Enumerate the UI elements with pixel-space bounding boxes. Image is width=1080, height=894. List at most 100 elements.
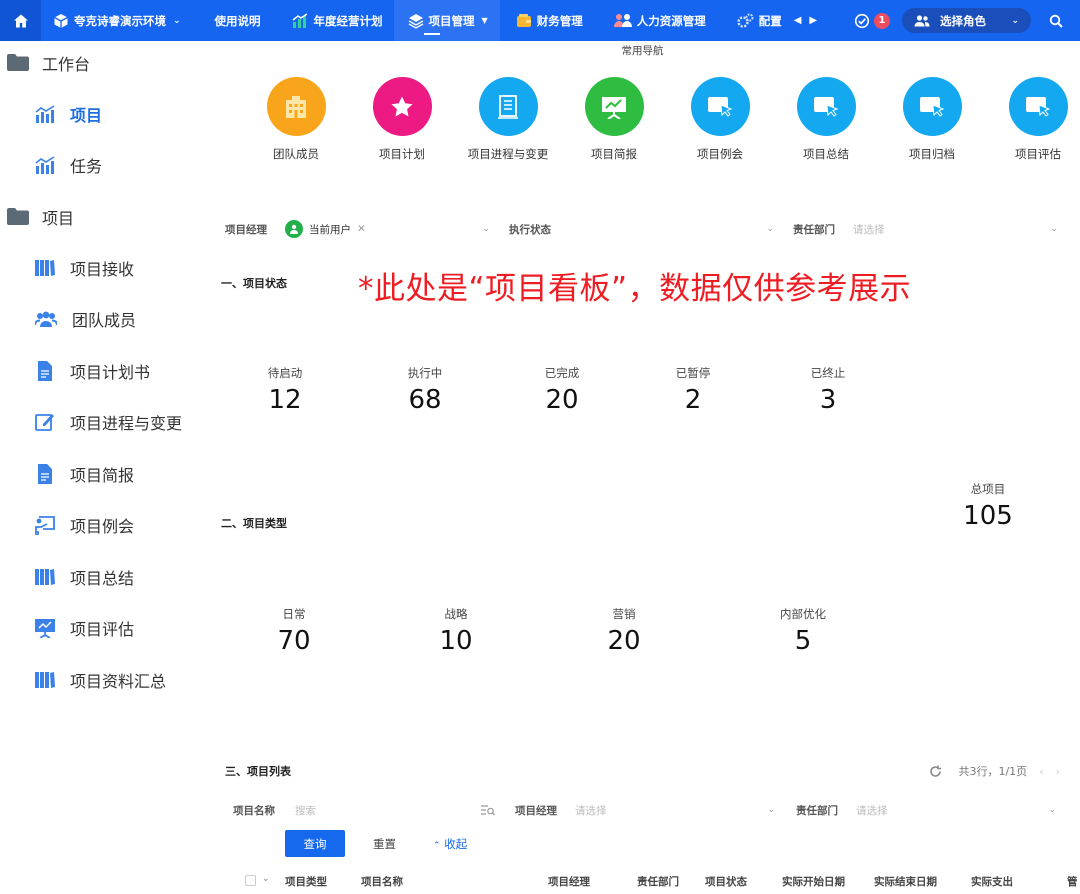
column-header[interactable]: 项目经理	[548, 874, 590, 889]
chevron-down-icon: ⌄	[766, 224, 774, 234]
collapse-button[interactable]: ⌃ 收起	[433, 836, 467, 852]
quick-nav-project-brief[interactable]: 项目简报	[561, 77, 667, 162]
menu-annual-plan[interactable]: 年度经营计划	[281, 0, 394, 41]
stat-label: 内部优化	[780, 607, 826, 621]
presentation-icon	[602, 96, 626, 119]
sidebar-item-team-members[interactable]: 团队成员	[0, 294, 205, 346]
quick-nav-project-meeting[interactable]: 项目例会	[667, 77, 773, 162]
column-header[interactable]: 项目名称	[361, 874, 403, 889]
quick-nav-icon	[584, 77, 644, 136]
menu-label: 项目管理	[428, 13, 475, 28]
stat-value: 10	[439, 626, 473, 656]
stat-value: 5	[794, 626, 812, 656]
notification-badge: 1	[874, 12, 890, 29]
stat-type-strategic: 战略 10	[421, 606, 491, 656]
cube-icon	[54, 13, 68, 28]
column-header[interactable]: 实际支出	[971, 874, 1013, 889]
stat-paused: 已暂停 2	[658, 365, 728, 415]
sidebar: 工作台 项目 任务 项目 项目接收 团队成员 项目计划书 项目进程与变更 项目简…	[0, 41, 205, 893]
remove-chip-icon[interactable]: ✕	[357, 223, 366, 235]
sidebar-item-project-brief[interactable]: 项目简报	[0, 448, 205, 500]
sidebar-item-project-archive[interactable]: 项目资料汇总	[0, 654, 205, 706]
column-header[interactable]: 项目类型	[285, 874, 327, 889]
column-header[interactable]: 责任部门	[637, 874, 679, 889]
home-button[interactable]	[0, 0, 41, 41]
quick-nav-icon	[902, 77, 962, 136]
pager-text: 共3行，1/1页	[958, 765, 1028, 778]
sidebar-item-project-plan[interactable]: 项目计划书	[0, 345, 205, 397]
top-navigation-bar: 夸克诗睿演示环境 ⌄ 使用说明 年度经营计划 项目管理 ▼ 财务管理 人力资源管…	[0, 0, 1080, 41]
scroll-right-icon[interactable]: ▶	[809, 15, 817, 26]
menu-finance[interactable]: 财务管理	[500, 0, 594, 41]
books-icon	[35, 671, 55, 688]
column-header[interactable]: 实际开始日期	[782, 874, 845, 889]
refresh-icon[interactable]	[929, 765, 942, 778]
menu-label: 人力资源管理	[636, 13, 706, 28]
quick-nav-icon	[478, 77, 538, 136]
role-selector[interactable]: 选择角色 ⌄	[902, 8, 1031, 33]
next-page-icon[interactable]: ›	[1056, 765, 1060, 778]
stat-pending: 待启动 12	[250, 365, 320, 415]
org-switcher[interactable]: 夸克诗睿演示环境 ⌄	[41, 0, 195, 41]
reset-button[interactable]: 重置	[373, 836, 396, 852]
cursor-window-icon	[920, 96, 945, 117]
sidebar-group-label: 工作台	[42, 54, 91, 74]
chevron-down-icon[interactable]: ⌄	[262, 874, 270, 884]
search-icon	[1049, 14, 1063, 28]
cursor-window-icon	[1026, 96, 1051, 117]
sidebar-item-project-summary[interactable]: 项目总结	[0, 551, 205, 603]
topbar-right: 1 选择角色 ⌄	[854, 8, 1080, 33]
menu-config[interactable]: 配置	[717, 0, 790, 41]
sidebar-item-label: 项目评估	[70, 620, 135, 640]
quick-nav-title: 常用导航	[621, 45, 664, 57]
name-query-placeholder: 搜索	[295, 804, 316, 817]
chevron-down-icon: ⌄	[173, 15, 181, 26]
quick-nav-project-plan[interactable]: 项目计划	[349, 77, 455, 162]
menu-hr[interactable]: 人力资源管理	[594, 0, 717, 41]
sidebar-item-project-progress[interactable]: 项目进程与变更	[0, 397, 205, 449]
dept-filter-placeholder: 请选择	[853, 223, 885, 236]
scroll-left-icon[interactable]: ◀	[794, 15, 802, 26]
stat-value: 68	[408, 385, 442, 415]
sidebar-group-project[interactable]: 项目	[0, 191, 205, 242]
column-header[interactable]: 管	[1067, 874, 1078, 889]
dept-filter-select[interactable]: 请选择 ⌄	[853, 222, 1058, 237]
quick-nav-team-members[interactable]: 团队成员	[243, 77, 349, 162]
column-header[interactable]: 实际结束日期	[874, 874, 937, 889]
quick-nav-project-evaluation[interactable]: 项目评估	[985, 77, 1080, 162]
search-button[interactable]	[1031, 14, 1080, 28]
quick-nav-project-summary[interactable]: 项目总结	[773, 77, 879, 162]
sidebar-item-label: 项目例会	[70, 517, 135, 537]
notifications-button[interactable]: 1	[854, 12, 890, 29]
menu-usage-guide[interactable]: 使用说明	[195, 0, 281, 41]
people-icon	[613, 14, 632, 27]
query-button[interactable]: 查询	[285, 830, 345, 857]
quick-nav-project-archive[interactable]: 项目归档	[879, 77, 985, 162]
sidebar-item-label: 项目进程与变更	[70, 414, 183, 434]
stat-label: 已暂停	[675, 366, 711, 380]
manager-filter-select[interactable]: 当前用户 ✕ ⌄	[285, 220, 490, 238]
name-query-input[interactable]: 搜索	[295, 803, 495, 818]
status-filter-select[interactable]: ⌄	[569, 224, 774, 234]
quick-nav-label: 项目总结	[803, 147, 849, 161]
gears-icon	[737, 13, 754, 28]
sidebar-item-project-intake[interactable]: 项目接收	[0, 242, 205, 294]
column-header[interactable]: 项目状态	[705, 874, 747, 889]
dept-query-select[interactable]: 请选择 ⌄	[856, 803, 1056, 818]
whiteboard-icon	[35, 516, 55, 536]
folder-icon	[7, 208, 29, 225]
sidebar-group-workbench[interactable]: 工作台	[0, 37, 205, 88]
stat-value: 12	[268, 385, 302, 415]
sidebar-item-project-meeting[interactable]: 项目例会	[0, 500, 205, 552]
manager-query-select[interactable]: 请选择 ⌄	[575, 803, 775, 818]
prev-page-icon[interactable]: ‹	[1039, 765, 1043, 778]
select-all-checkbox[interactable]	[245, 875, 256, 886]
stat-completed: 已完成 20	[527, 365, 597, 415]
sidebar-item-project[interactable]: 项目	[0, 88, 205, 140]
sidebar-item-project-evaluation[interactable]: 项目评估	[0, 603, 205, 655]
menu-project-management[interactable]: 项目管理 ▼	[393, 0, 500, 41]
sidebar-item-task[interactable]: 任务	[0, 140, 205, 192]
quick-nav-icon	[372, 77, 432, 136]
menu-scroll-arrows: ◀ ▶	[790, 15, 829, 26]
quick-nav-project-progress[interactable]: 项目进程与变更	[455, 77, 561, 162]
